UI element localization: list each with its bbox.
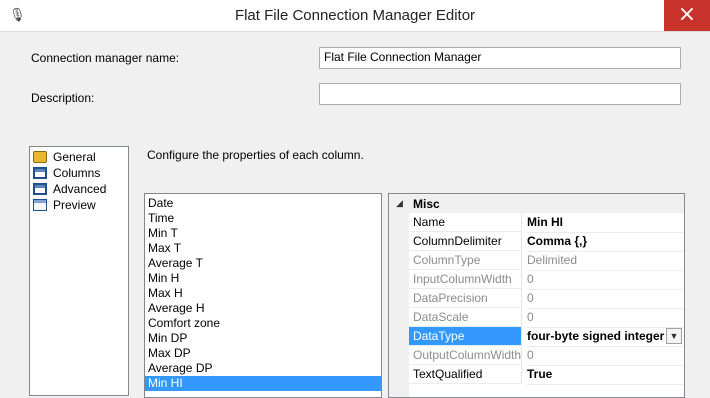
property-name: InputColumnWidth (409, 270, 522, 289)
nav-item-label: General (53, 150, 96, 164)
property-row-inputcolumnwidth[interactable]: InputColumnWidth 0 (409, 270, 684, 290)
list-item[interactable]: Comfort zone (145, 316, 381, 331)
connection-name-input[interactable]: Flat File Connection Manager (319, 47, 681, 69)
close-icon: × (677, 2, 697, 27)
property-name: DataScale (409, 308, 522, 327)
property-name: Name (409, 213, 522, 232)
property-name: OutputColumnWidth (409, 346, 522, 365)
property-value: 0 (527, 270, 684, 290)
list-item[interactable]: Min H (145, 271, 381, 286)
property-value[interactable]: True (527, 365, 684, 385)
list-item[interactable]: Average DP (145, 361, 381, 376)
nav-item-general[interactable]: General (33, 149, 96, 165)
collapse-arrow-icon[interactable]: ◢ (396, 198, 403, 209)
property-row-name[interactable]: Name Min HI (409, 213, 684, 233)
property-category-misc[interactable]: ◢ Misc (389, 194, 684, 213)
nav-item-preview[interactable]: Preview (33, 197, 96, 213)
property-row-outputcolumnwidth[interactable]: OutputColumnWidth 0 (409, 346, 684, 366)
instruction-text: Configure the properties of each column. (147, 148, 364, 162)
nav-item-columns[interactable]: Columns (33, 165, 100, 181)
nav-item-label: Advanced (53, 182, 107, 196)
list-item[interactable]: Date (145, 196, 381, 211)
property-row-textqualified[interactable]: TextQualified True (409, 365, 684, 385)
property-name: DataPrecision (409, 289, 522, 308)
connection-name-label: Connection manager name: (31, 51, 180, 65)
close-button[interactable]: × (664, 0, 710, 31)
property-name: TextQualified (409, 365, 522, 384)
property-value-select[interactable]: four-byte signed integer ▼ (527, 327, 684, 347)
property-row-columntype[interactable]: ColumnType Delimited (409, 251, 684, 271)
preview-icon (33, 199, 47, 211)
property-row-datatype[interactable]: DataType four-byte signed integer ▼ (409, 327, 684, 347)
property-value[interactable]: Min HI (527, 213, 684, 233)
general-icon (33, 151, 47, 163)
property-row-datascale[interactable]: DataScale 0 (409, 308, 684, 328)
page-navigation-list: General Columns Advanced Preview (29, 146, 129, 396)
list-item[interactable]: Min DP (145, 331, 381, 346)
list-item[interactable]: Max T (145, 241, 381, 256)
description-input[interactable] (319, 83, 681, 105)
list-item[interactable]: Time (145, 211, 381, 226)
nav-item-label: Columns (53, 166, 101, 180)
nav-item-advanced[interactable]: Advanced (33, 181, 106, 197)
property-value: 0 (527, 346, 684, 366)
property-row-dataprecision[interactable]: DataPrecision 0 (409, 289, 684, 309)
list-item[interactable]: Average H (145, 301, 381, 316)
chevron-down-icon[interactable]: ▼ (666, 328, 682, 344)
property-name: DataType (409, 327, 522, 346)
list-item[interactable]: Min T (145, 226, 381, 241)
column-list[interactable]: Date Time Min T Max T Average T Min H Ma… (144, 193, 382, 398)
property-value: Delimited (527, 251, 684, 271)
property-name: ColumnDelimiter (409, 232, 522, 251)
description-label: Description: (31, 91, 95, 105)
window-title: Flat File Connection Manager Editor (234, 7, 476, 24)
nav-item-label: Preview (53, 198, 96, 212)
property-value: 0 (527, 308, 684, 328)
property-value[interactable]: Comma {,} (527, 232, 684, 252)
property-row-columndelimiter[interactable]: ColumnDelimiter Comma {,} (409, 232, 684, 252)
advanced-icon (33, 183, 47, 195)
list-item[interactable]: Max DP (145, 346, 381, 361)
property-name: ColumnType (409, 251, 522, 270)
columns-icon (33, 167, 47, 179)
property-grid-gutter (389, 194, 409, 397)
property-value: four-byte signed integer (527, 329, 665, 343)
list-item[interactable]: Average T (145, 256, 381, 271)
list-item-selected[interactable]: Min HI (145, 376, 381, 391)
property-value: 0 (527, 289, 684, 309)
category-label: Misc (413, 197, 440, 211)
list-item[interactable]: Max H (145, 286, 381, 301)
property-grid: ◢ Misc Name Min HI ColumnDelimiter Comma… (388, 193, 685, 398)
title-bar: 🎙 Flat File Connection Manager Editor × (0, 0, 710, 32)
